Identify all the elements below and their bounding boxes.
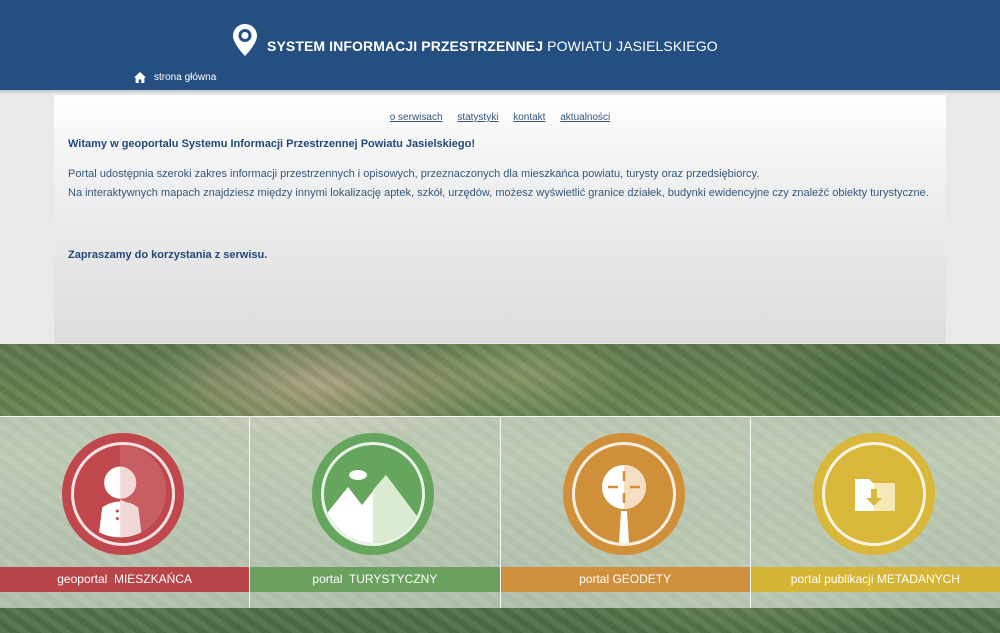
site-header: SYSTEM INFORMACJI PRZESTRZENNEJ POWIATU …	[0, 0, 1000, 90]
portal-tile-mieszkanca[interactable]: geoportal MIESZKAŃCA	[0, 416, 251, 608]
nav-link-o-serwisach[interactable]: o serwisach	[390, 112, 443, 123]
portal-circle-metadanych	[812, 433, 935, 555]
content-panel: o serwisach statystyki kontakt aktualnoś…	[54, 95, 946, 343]
folder-download-icon	[821, 442, 926, 546]
header-shadow	[0, 90, 1000, 94]
portal-highlight-mieszkanca: MIESZKAŃCA	[113, 572, 192, 586]
location-pin-icon	[233, 24, 257, 56]
portal-tile-metadanych[interactable]: portal publikacji METADANYCH	[750, 416, 1000, 608]
portal-highlight-turystyczny: TURYSTYCZNY	[348, 572, 438, 586]
person-icon	[71, 442, 175, 546]
site-title-bold: SYSTEM INFORMACJI PRZESTRZENNEJ	[267, 38, 544, 54]
home-link[interactable]: strona główna	[134, 72, 216, 83]
nav-link-kontakt[interactable]: kontakt	[513, 112, 545, 123]
home-icon	[134, 72, 146, 83]
portal-prefix-mieszkanca: geoportal	[57, 572, 108, 586]
portal-prefix-geodety: portal	[579, 572, 610, 586]
nav-link-statystyki[interactable]: statystyki	[457, 112, 498, 123]
description-line-2: Na interaktywnych mapach znajdziesz międ…	[68, 187, 929, 199]
welcome-text: Witamy w geoportalu Systemu Informacji P…	[68, 138, 476, 150]
portal-circle-geodety	[562, 433, 685, 555]
mountain-icon	[321, 442, 426, 546]
portal-highlight-geodety: GEODETY	[612, 572, 672, 586]
portal-label-metadanych: portal publikacji METADANYCH	[750, 567, 1000, 592]
site-title: SYSTEM INFORMACJI PRZESTRZENNEJ POWIATU …	[267, 38, 718, 54]
portal-tile-turystyczny[interactable]: portal TURYSTYCZNY	[250, 416, 501, 608]
portal-circle-turystyczny	[312, 433, 435, 555]
portal-label-turystyczny: portal TURYSTYCZNY	[250, 567, 500, 592]
portal-circle-mieszkanca	[62, 433, 184, 555]
nav-link-aktualnosci[interactable]: aktualności	[560, 112, 610, 123]
description-text: Portal udostępnia szeroki zakres informa…	[68, 165, 932, 203]
top-nav: o serwisach statystyki kontakt aktualnoś…	[54, 112, 946, 123]
home-link-label: strona główna	[154, 72, 217, 83]
portal-tile-geodety[interactable]: portal GEODETY	[500, 416, 751, 608]
theodolite-icon	[571, 442, 676, 546]
description-line-1: Portal udostępnia szeroki zakres informa…	[68, 168, 760, 180]
portal-label-geodety: portal GEODETY	[500, 567, 750, 592]
portal-tiles: geoportal MIESZKAŃCA portal TURYSTYCZNY	[0, 416, 1000, 608]
portal-prefix-metadanych: portal publikacji	[790, 572, 874, 586]
invite-text: Zapraszamy do korzystania z serwisu.	[68, 249, 268, 261]
portal-prefix-turystyczny: portal	[312, 572, 343, 586]
portal-highlight-metadanych: METADANYCH	[876, 572, 960, 586]
portal-label-mieszkanca: geoportal MIESZKAŃCA	[0, 567, 250, 592]
site-title-rest: POWIATU JASIELSKIEGO	[547, 38, 718, 54]
